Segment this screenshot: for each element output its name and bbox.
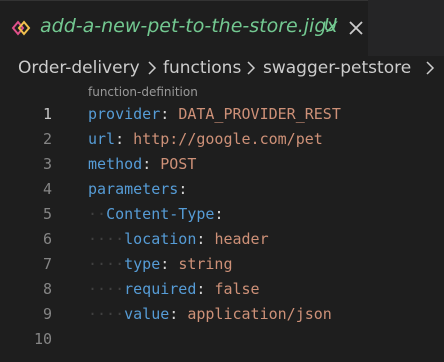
yaml-colon: : xyxy=(142,155,161,173)
yaml-value: header xyxy=(214,230,269,248)
code-line[interactable]: 9 ····value: application/json xyxy=(0,302,444,327)
close-icon[interactable] xyxy=(345,17,367,39)
tab-bar: add-a-new-pet-to-the-store.jigx U xyxy=(0,0,444,56)
chevron-right-icon xyxy=(426,61,435,75)
line-content: ····required: false xyxy=(88,277,260,302)
editor-tab[interactable]: add-a-new-pet-to-the-store.jigx U xyxy=(0,0,368,56)
breadcrumb-item-functions[interactable]: functions xyxy=(163,58,241,78)
code-line[interactable]: 8 ····required: false xyxy=(0,277,444,302)
code-line[interactable]: 5 ··Content-Type: xyxy=(0,202,444,227)
yaml-key: provider xyxy=(88,105,161,123)
yaml-key: parameters xyxy=(88,180,179,198)
yaml-key: method xyxy=(88,155,143,173)
yaml-key: Content-Type xyxy=(106,205,215,223)
indent-guide: ···· xyxy=(88,230,125,248)
line-number: 10 xyxy=(33,330,52,348)
indent-guide: ···· xyxy=(88,255,125,273)
yaml-colon: : xyxy=(160,255,179,273)
line-content: provider: DATA_PROVIDER_REST xyxy=(88,102,341,127)
yaml-colon: : xyxy=(214,205,224,223)
line-number: 5 xyxy=(42,205,52,223)
indent-guide: ·· xyxy=(88,205,107,223)
breadcrumb-item-order-delivery[interactable]: Order-delivery xyxy=(18,58,140,78)
tab-filename: add-a-new-pet-to-the-store.jigx xyxy=(40,15,338,37)
yaml-key: value xyxy=(124,305,170,323)
code-line[interactable]: 6 ····location: header xyxy=(0,227,444,252)
line-number: 3 xyxy=(42,155,52,173)
jigx-diamond-icon xyxy=(11,20,31,36)
line-content: method: POST xyxy=(88,152,196,177)
line-content: ····type: string xyxy=(88,252,233,277)
yaml-colon: : xyxy=(160,105,179,123)
yaml-value: false xyxy=(214,280,260,298)
yaml-value: DATA_PROVIDER_REST xyxy=(178,105,341,123)
line-content: parameters: xyxy=(88,177,187,202)
code-editor[interactable]: 1 provider: DATA_PROVIDER_REST 2 url: http:… xyxy=(0,102,444,352)
yaml-key: location xyxy=(124,230,197,248)
indent-guide: ···· xyxy=(88,280,125,298)
line-content: ····location: header xyxy=(88,227,269,252)
line-number: 4 xyxy=(42,180,52,198)
yaml-colon: : xyxy=(115,130,134,148)
chevron-right-icon xyxy=(247,61,256,75)
chevron-right-icon xyxy=(148,61,157,75)
line-content: url: http://google.com/pet xyxy=(88,127,323,152)
code-line[interactable]: 7 ····type: string xyxy=(0,252,444,277)
line-number: 7 xyxy=(42,255,52,273)
code-line[interactable]: 1 provider: DATA_PROVIDER_REST xyxy=(0,102,444,127)
breadcrumb: Order-delivery functions swagger-petstor… xyxy=(0,56,444,82)
code-line[interactable]: 4 parameters: xyxy=(0,177,444,202)
yaml-value: http://google.com/pet xyxy=(133,130,323,148)
yaml-key: type xyxy=(124,255,161,273)
code-line[interactable]: 2 url: http://google.com/pet xyxy=(0,127,444,152)
line-number: 1 xyxy=(42,105,52,123)
yaml-key: required xyxy=(124,280,197,298)
untracked-badge: U xyxy=(324,15,338,36)
line-number: 8 xyxy=(42,280,52,298)
line-number: 9 xyxy=(42,305,52,323)
yaml-value: application/json xyxy=(187,305,332,323)
breadcrumb-item-swagger-petstore[interactable]: swagger-petstore xyxy=(263,58,411,78)
line-number: 2 xyxy=(42,130,52,148)
line-content: ····value: application/json xyxy=(88,302,332,327)
code-line[interactable]: 3 method: POST xyxy=(0,152,444,177)
yaml-colon: : xyxy=(196,280,215,298)
codelens-function-definition[interactable]: function-definition xyxy=(88,85,198,99)
yaml-colon: : xyxy=(196,230,215,248)
indent-guide: ···· xyxy=(88,305,125,323)
line-content: ··Content-Type: xyxy=(88,202,223,227)
yaml-colon: : xyxy=(178,180,188,198)
yaml-value: POST xyxy=(160,155,197,173)
code-line[interactable]: 10 xyxy=(0,327,444,352)
line-number: 6 xyxy=(42,230,52,248)
yaml-value: string xyxy=(178,255,233,273)
yaml-key: url xyxy=(88,130,116,148)
yaml-colon: : xyxy=(169,305,188,323)
